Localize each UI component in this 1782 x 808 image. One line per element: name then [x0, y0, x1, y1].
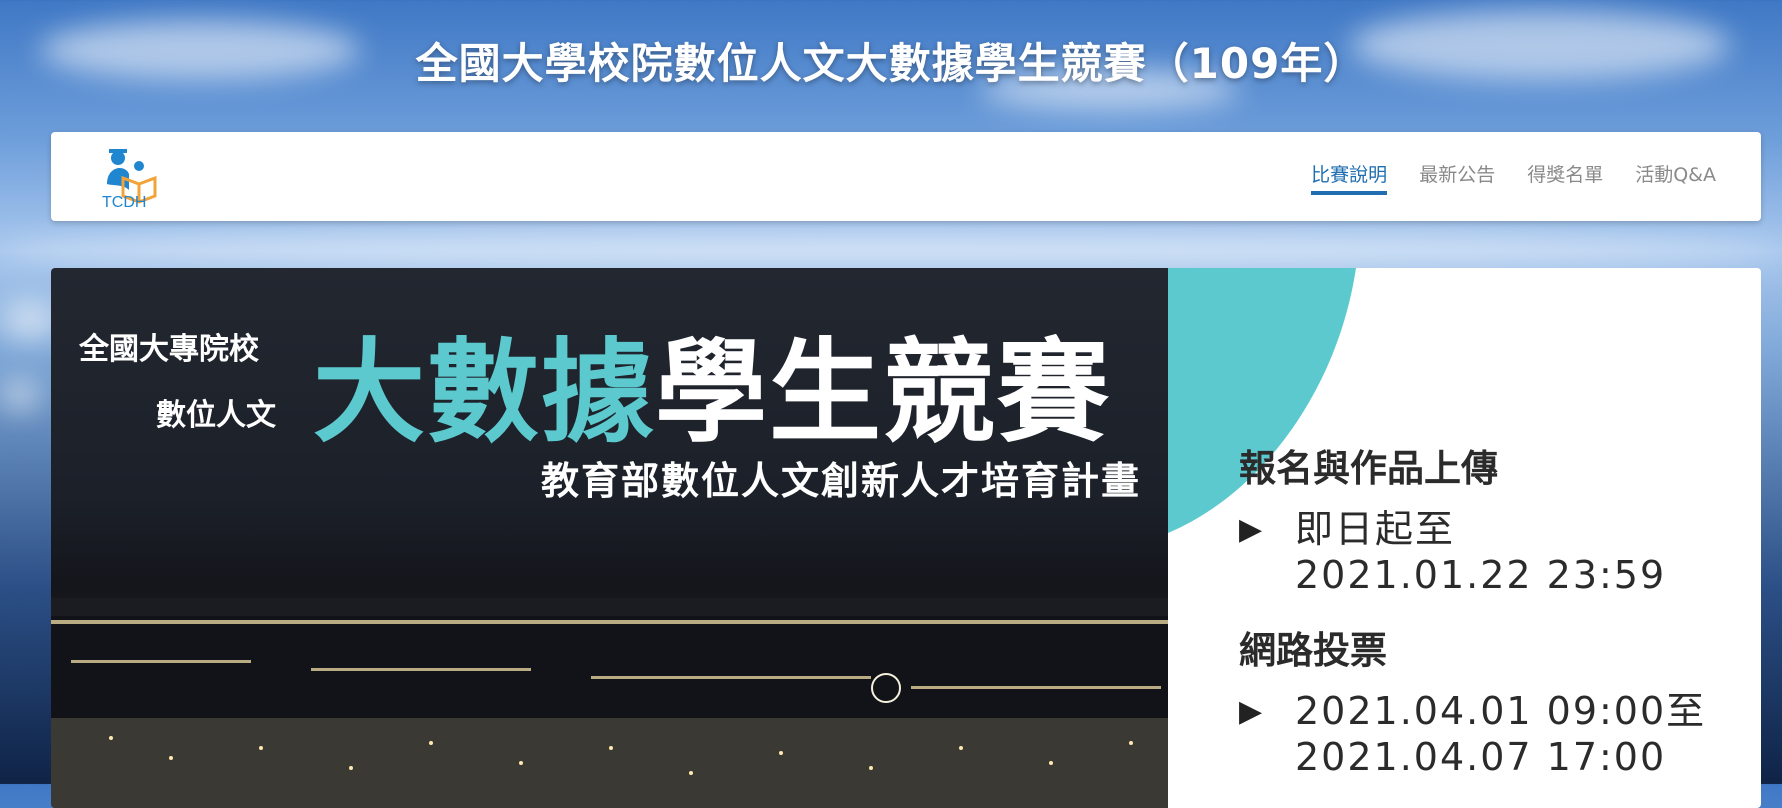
play-bullet-icon: ▶ [1239, 512, 1263, 547]
banner-poster: 全國大專院校 數位人文 大數據學生競賽 教育部數位人文創新人才培育計畫 [51, 268, 1168, 808]
page-title: 全國大學校院數位人文大數據學生競賽（109年） [415, 39, 1367, 88]
registration-schedule: ▶ 即日起至 2021.01.22 23:59 [1239, 506, 1739, 598]
city-night-image [51, 598, 1168, 808]
banner-program-name: 教育部數位人文創新人才培育計畫 [540, 459, 1141, 503]
play-bullet-icon: ▶ [1239, 694, 1263, 729]
nav-menu: 比賽說明 最新公告 得獎名單 活動Q&A [1311, 160, 1716, 195]
nav-item-announcements[interactable]: 最新公告 [1419, 160, 1495, 195]
registration-deadline: 2021.01.22 23:59 [1295, 553, 1667, 597]
registration-heading: 報名與作品上傳 [1239, 447, 1498, 490]
registration-start: 即日起至 [1295, 507, 1456, 551]
banner-subtitle-universities: 全國大專院校 [79, 332, 259, 367]
nav-item-winners[interactable]: 得獎名單 [1527, 160, 1603, 195]
banner-title-competition: 學生競賽 [655, 328, 1111, 458]
logo-text: TCDH [102, 194, 147, 211]
top-navbar: TCDH 比賽說明 最新公告 得獎名單 活動Q&A [51, 132, 1761, 221]
voting-heading: 網路投票 [1239, 629, 1387, 672]
competition-banner: 全國大專院校 數位人文 大數據學生競賽 教育部數位人文創新人才培育計畫 報名與作… [51, 268, 1761, 808]
voting-end: 2021.04.07 17:00 [1295, 735, 1667, 779]
banner-subtitle-digital-humanities: 數位人文 [156, 398, 276, 433]
voting-schedule: ▶ 2021.04.01 09:00至 2021.04.07 17:00 [1239, 688, 1739, 780]
nav-item-faq[interactable]: 活動Q&A [1635, 160, 1716, 195]
voting-start: 2021.04.01 09:00至 [1295, 689, 1707, 733]
nav-item-rules[interactable]: 比賽說明 [1311, 160, 1388, 195]
schedule-panel: 報名與作品上傳 ▶ 即日起至 2021.01.22 23:59 網路投票 ▶ 2… [1239, 438, 1739, 802]
banner-main-title: 大數據學生競賽 [313, 302, 1111, 464]
banner-title-bigdata: 大數據 [313, 328, 655, 458]
